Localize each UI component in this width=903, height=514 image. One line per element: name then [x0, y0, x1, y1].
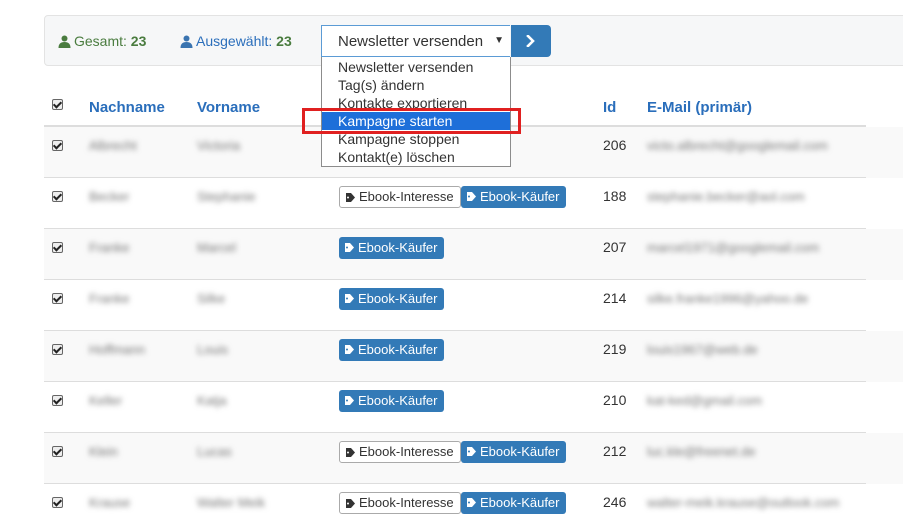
column-header-id[interactable]: Id: [603, 99, 616, 116]
id-cell: 212: [603, 443, 627, 459]
dropdown-option-delete-contacts[interactable]: Kontakt(e) löschen: [322, 148, 510, 166]
row-checkbox[interactable]: [52, 242, 63, 253]
row-divider: [44, 279, 866, 280]
lastname-cell: Keller: [89, 393, 123, 408]
tag-label: Ebook-Interesse: [359, 444, 454, 459]
selected-label: Ausgewählt:: [196, 33, 273, 49]
tag-label: Ebook-Interesse: [359, 495, 454, 510]
user-icon: [180, 35, 193, 51]
table-row: [44, 331, 903, 382]
user-icon: [58, 35, 71, 51]
bulk-action-select[interactable]: Newsletter versenden ▼: [321, 25, 510, 57]
row-checkbox[interactable]: [52, 497, 63, 508]
apply-action-button[interactable]: [511, 25, 551, 57]
row-checkbox[interactable]: [52, 293, 63, 304]
tag-icon: [346, 193, 355, 202]
selected-count: 23: [276, 33, 292, 49]
highlight-annotation: [302, 108, 521, 134]
row-checkbox[interactable]: [52, 191, 63, 202]
lastname-cell: Becker: [89, 189, 130, 204]
tag-badge[interactable]: Ebook-Käufer: [339, 339, 444, 361]
firstname-cell: Victoria: [197, 138, 241, 153]
row-checkbox[interactable]: [52, 446, 63, 457]
tag-label: Ebook-Käufer: [358, 393, 438, 408]
tag-badge[interactable]: Ebook-Käufer: [461, 186, 566, 208]
firstname-cell: Stephanie: [197, 189, 256, 204]
dropdown-option-change-tags[interactable]: Tag(s) ändern: [322, 76, 510, 94]
id-cell: 207: [603, 239, 627, 255]
lastname-cell: Franke: [89, 291, 130, 306]
column-header-lastname[interactable]: Nachname: [89, 99, 165, 116]
tag-icon: [467, 192, 476, 201]
firstname-cell: Silke: [197, 291, 226, 306]
select-all-checkbox[interactable]: [52, 99, 63, 110]
id-cell: 246: [603, 494, 627, 510]
tag-icon: [346, 499, 355, 508]
tag-icon: [345, 396, 354, 405]
selected-count-stat: Ausgewählt: 23: [180, 33, 292, 51]
firstname-cell: Walter Meik: [197, 495, 266, 510]
tag-icon: [345, 294, 354, 303]
tag-badge[interactable]: Ebook-Interesse: [339, 441, 461, 463]
total-count: 23: [130, 33, 147, 49]
tag-badge[interactable]: Ebook-Käufer: [339, 237, 444, 259]
total-label: Gesamt:: [74, 33, 127, 49]
email-cell: luc.kle@freenet.de: [647, 444, 756, 459]
tag-label: Ebook-Käufer: [480, 495, 560, 510]
chevron-right-icon: [526, 35, 535, 47]
email-cell: marcel1971@googlemail.com: [647, 240, 820, 255]
tag-icon: [345, 345, 354, 354]
tag-badge[interactable]: Ebook-Käufer: [339, 390, 444, 412]
firstname-cell: Louis: [197, 342, 229, 357]
id-cell: 214: [603, 290, 627, 306]
lastname-cell: Franke: [89, 240, 130, 255]
lastname-cell: Hoffmann: [89, 342, 146, 357]
tag-icon: [467, 498, 476, 507]
tag-label: Ebook-Käufer: [358, 342, 438, 357]
email-cell: silke.franke1996@yahoo.de: [647, 291, 809, 306]
tag-icon: [345, 243, 354, 252]
row-divider: [44, 381, 866, 382]
dropdown-option-newsletter[interactable]: Newsletter versenden: [322, 58, 510, 76]
id-cell: 219: [603, 341, 627, 357]
lastname-cell: Albrecht: [89, 138, 137, 153]
lastname-cell: Krause: [89, 495, 131, 510]
row-checkbox[interactable]: [52, 395, 63, 406]
tag-icon: [467, 447, 476, 456]
tag-label: Ebook-Käufer: [480, 189, 560, 204]
row-divider: [44, 483, 866, 484]
firstname-cell: Marcel: [197, 240, 237, 255]
email-cell: stephanie.becker@aol.com: [647, 189, 805, 204]
bulk-action-selected-value: Newsletter versenden: [338, 33, 484, 50]
tag-icon: [346, 448, 355, 457]
email-cell: kat-ked@gmail.com: [647, 393, 763, 408]
firstname-cell: Lucas: [197, 444, 232, 459]
tag-label: Ebook-Interesse: [359, 189, 454, 204]
row-checkbox[interactable]: [52, 140, 63, 151]
id-cell: 206: [603, 137, 627, 153]
tag-label: Ebook-Käufer: [480, 444, 560, 459]
tag-label: Ebook-Käufer: [358, 291, 438, 306]
row-divider: [44, 177, 866, 178]
email-cell: louis1967@web.de: [647, 342, 758, 357]
tag-badge[interactable]: Ebook-Käufer: [461, 441, 566, 463]
firstname-cell: Katja: [197, 393, 227, 408]
caret-down-icon: ▼: [494, 35, 504, 46]
lastname-cell: Klein: [89, 444, 118, 459]
total-count-stat: Gesamt: 23: [58, 33, 146, 51]
row-checkbox[interactable]: [52, 344, 63, 355]
id-cell: 188: [603, 188, 627, 204]
tag-badge[interactable]: Ebook-Interesse: [339, 186, 461, 208]
email-cell: victo.albrecht@googlemail.com: [647, 138, 828, 153]
email-cell: walter-meik.krause@outlook.com: [647, 495, 840, 510]
tag-badge[interactable]: Ebook-Käufer: [339, 288, 444, 310]
id-cell: 210: [603, 392, 627, 408]
column-header-firstname[interactable]: Vorname: [197, 99, 260, 116]
column-header-email[interactable]: E-Mail (primär): [647, 99, 752, 116]
tag-label: Ebook-Käufer: [358, 240, 438, 255]
